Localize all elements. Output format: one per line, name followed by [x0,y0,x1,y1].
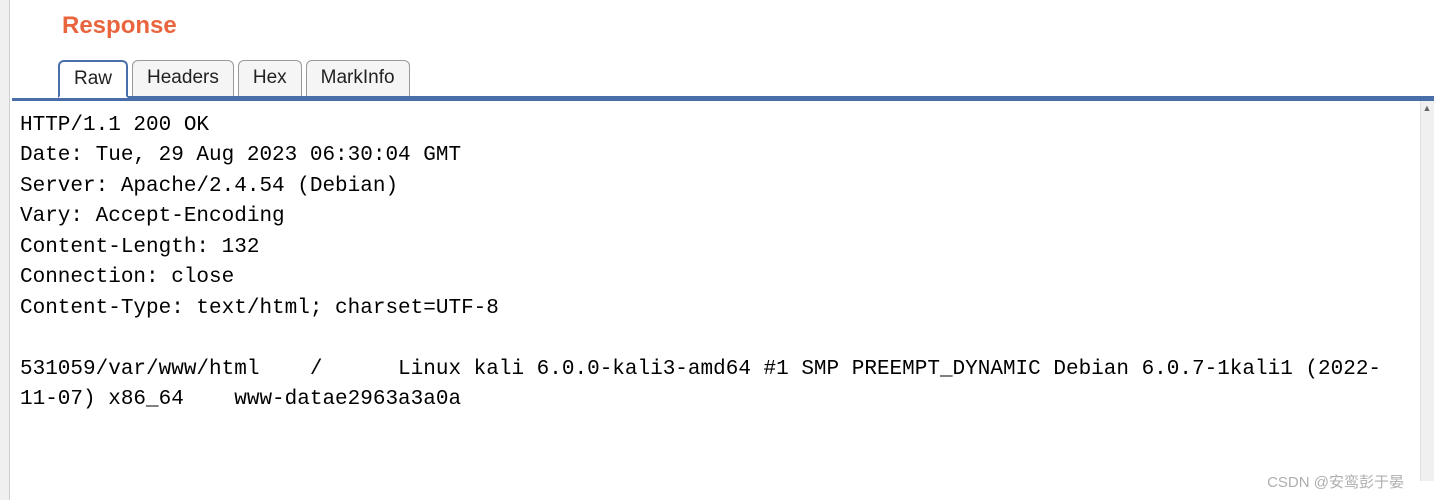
panel-title: Response [62,12,1434,40]
tab-markinfo[interactable]: MarkInfo [306,60,410,96]
response-panel: Response Raw Headers Hex MarkInfo HTTP/1… [0,0,1434,500]
tab-raw[interactable]: Raw [58,60,128,98]
watermark-text: CSDN @安鸾彭于晏 [1267,471,1404,492]
scrollbar-up-icon[interactable]: ▲ [1420,101,1434,115]
tab-hex[interactable]: Hex [238,60,302,96]
content-area: HTTP/1.1 200 OK Date: Tue, 29 Aug 2023 0… [12,98,1434,481]
scrollbar-track[interactable]: ▲ [1420,101,1434,481]
tab-bar: Raw Headers Hex MarkInfo [58,60,1434,98]
tab-headers[interactable]: Headers [132,60,234,96]
response-raw-text[interactable]: HTTP/1.1 200 OK Date: Tue, 29 Aug 2023 0… [12,101,1434,481]
left-gutter [0,0,10,500]
